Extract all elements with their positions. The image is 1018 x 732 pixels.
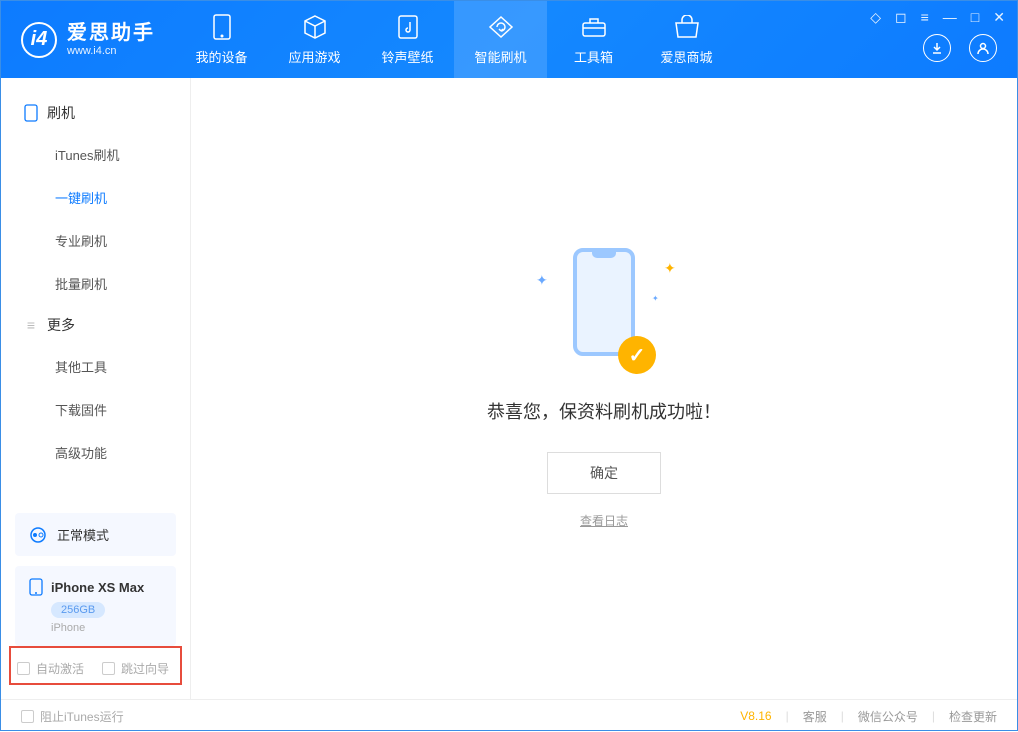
app-url: www.i4.cn — [67, 45, 155, 58]
section-label: 更多 — [47, 315, 75, 335]
tab-label: 工具箱 — [574, 47, 613, 66]
tab-shop[interactable]: 爱思商城 — [640, 1, 733, 78]
footer-link-support[interactable]: 客服 — [803, 708, 827, 725]
music-icon — [394, 13, 422, 41]
checkbox-icon — [17, 662, 30, 675]
device-storage: 256GB — [51, 602, 105, 618]
window-controls: ◇ ◻ ≡ — □ ✕ — [870, 9, 1005, 26]
checkbox-skip-guide[interactable]: 跳过向导 — [102, 660, 169, 677]
logo: i4 爱思助手 www.i4.cn — [1, 1, 175, 78]
shop-icon — [673, 13, 701, 41]
checkbox-auto-activate[interactable]: 自动激活 — [17, 660, 84, 677]
sidebar-item-advanced[interactable]: 高级功能 — [1, 431, 190, 474]
sidebar-item-batch[interactable]: 批量刷机 — [1, 262, 190, 305]
tab-label: 我的设备 — [195, 47, 247, 66]
sparkle-icon: ✦ — [652, 294, 660, 302]
tab-toolbox[interactable]: 工具箱 — [547, 1, 640, 78]
tab-my-device[interactable]: 我的设备 — [175, 1, 268, 78]
logo-icon: i4 — [21, 22, 57, 58]
tab-label: 应用游戏 — [288, 47, 340, 66]
download-icon[interactable] — [923, 34, 951, 62]
header: i4 爱思助手 www.i4.cn 我的设备 应用游戏 铃声壁纸 — [1, 1, 1017, 78]
device-icon — [208, 13, 236, 41]
toolbox-icon — [580, 13, 608, 41]
header-actions — [923, 34, 997, 62]
minimize-button[interactable]: — — [943, 9, 957, 26]
checkbox-label: 跳过向导 — [121, 660, 169, 677]
checkbox-label: 自动激活 — [36, 660, 84, 677]
footer-link-update[interactable]: 检查更新 — [949, 708, 997, 725]
checkbox-icon — [21, 710, 34, 723]
sidebar-section-flash: 刷机 — [1, 93, 190, 133]
sidebar-item-itunes[interactable]: iTunes刷机 — [1, 133, 190, 176]
tab-flash[interactable]: 智能刷机 — [454, 1, 547, 78]
footer: 阻止iTunes运行 V8.16 | 客服 | 微信公众号 | 检查更新 — [1, 699, 1017, 732]
version-label: V8.16 — [740, 709, 771, 723]
sidebar-item-pro[interactable]: 专业刷机 — [1, 219, 190, 262]
main-content: ✦ ✦ ✦ ✓ 恭喜您，保资料刷机成功啦！ 确定 查看日志 — [191, 78, 1017, 699]
success-message: 恭喜您，保资料刷机成功啦！ — [487, 398, 721, 424]
phone-icon — [23, 105, 39, 121]
list-icon: ≡ — [23, 317, 39, 333]
sidebar-item-onekey[interactable]: 一键刷机 — [1, 176, 190, 219]
device-name: iPhone XS Max — [51, 580, 144, 595]
refresh-icon — [487, 13, 515, 41]
tab-label: 铃声壁纸 — [381, 47, 433, 66]
sparkle-icon: ✦ — [536, 272, 544, 280]
tab-apps[interactable]: 应用游戏 — [268, 1, 361, 78]
section-label: 刷机 — [47, 103, 75, 123]
app-title: 爱思助手 — [67, 21, 155, 45]
tab-label: 智能刷机 — [474, 47, 526, 66]
menu-icon[interactable]: ≡ — [921, 9, 929, 26]
mode-card[interactable]: 正常模式 — [15, 513, 176, 556]
shirt-icon[interactable]: ◇ — [870, 9, 881, 26]
checkbox-row-highlighted: 自动激活 跳过向导 — [9, 646, 182, 685]
user-icon[interactable] — [969, 34, 997, 62]
sidebar-item-firmware[interactable]: 下载固件 — [1, 388, 190, 431]
sidebar-section-more: ≡ 更多 — [1, 305, 190, 345]
sidebar: 刷机 iTunes刷机 一键刷机 专业刷机 批量刷机 ≡ 更多 其他工具 下载固… — [1, 78, 191, 699]
checkbox-icon — [102, 662, 115, 675]
sparkle-icon: ✦ — [664, 260, 672, 268]
check-badge-icon: ✓ — [618, 336, 656, 374]
device-card[interactable]: iPhone XS Max 256GB iPhone — [15, 566, 176, 646]
device-phone-icon — [29, 578, 43, 596]
maximize-button[interactable]: □ — [971, 9, 979, 26]
success-illustration: ✦ ✦ ✦ ✓ — [514, 248, 694, 368]
view-log-link[interactable]: 查看日志 — [580, 512, 628, 529]
mode-icon — [29, 526, 47, 544]
mode-label: 正常模式 — [57, 525, 109, 544]
tab-ringtones[interactable]: 铃声壁纸 — [361, 1, 454, 78]
close-button[interactable]: ✕ — [993, 9, 1005, 26]
sidebar-item-other[interactable]: 其他工具 — [1, 345, 190, 388]
nav-tabs: 我的设备 应用游戏 铃声壁纸 智能刷机 工具箱 — [175, 1, 733, 78]
checkbox-block-itunes[interactable]: 阻止iTunes运行 — [21, 708, 124, 725]
cube-icon — [301, 13, 329, 41]
tab-label: 爱思商城 — [660, 47, 712, 66]
footer-link-wechat[interactable]: 微信公众号 — [858, 708, 918, 725]
confirm-button[interactable]: 确定 — [547, 452, 661, 494]
checkbox-label: 阻止iTunes运行 — [40, 708, 124, 725]
lock-icon[interactable]: ◻ — [895, 9, 907, 26]
device-type: iPhone — [51, 622, 162, 634]
